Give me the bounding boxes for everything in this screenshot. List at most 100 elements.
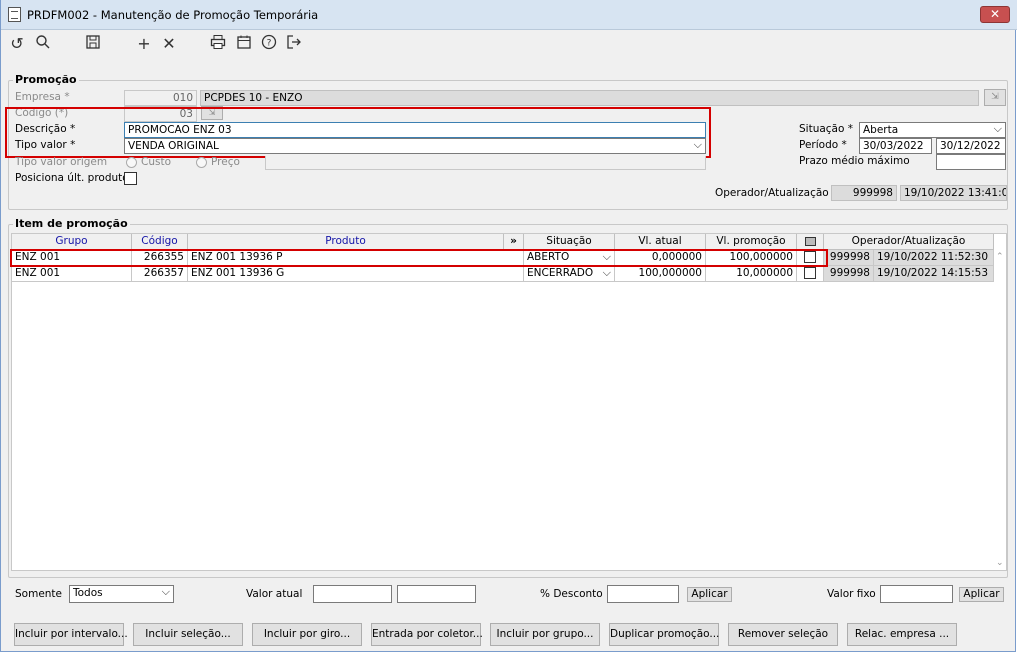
- window-title: PRDFM002 - Manutenção de Promoção Tempor…: [27, 8, 319, 22]
- situacao-select[interactable]: Aberta: [859, 122, 1006, 138]
- cell-situacao-select[interactable]: ENCERRADO: [524, 266, 615, 282]
- duplicar-promocao-button[interactable]: Duplicar promoção...: [609, 623, 719, 646]
- posiciona-checkbox[interactable]: [124, 172, 137, 185]
- entrada-coletor-button[interactable]: Entrada por coletor...: [371, 623, 483, 646]
- aplicar-valor-fixo-button[interactable]: Aplicar: [959, 587, 1004, 602]
- cell-codigo[interactable]: 266357: [132, 266, 188, 282]
- title-bar: PRDFM002 - Manutenção de Promoção Tempor…: [1, 0, 1017, 30]
- periodo-fim-input[interactable]: 30/12/2022: [936, 138, 1006, 154]
- col-vl-atual[interactable]: Vl. atual: [615, 234, 706, 250]
- codigo-label: Código (*): [15, 107, 69, 119]
- cell-situacao: ABERTO: [527, 251, 570, 263]
- col-vl-promocao[interactable]: Vl. promoção: [706, 234, 797, 250]
- codigo-lookup-button[interactable]: ⇲: [201, 106, 223, 120]
- col-select-all[interactable]: [797, 234, 824, 250]
- cell-codigo[interactable]: 266355: [132, 250, 188, 266]
- empresa-name-field: PCPDES 10 - ENZO: [200, 90, 979, 106]
- print-icon[interactable]: [208, 34, 228, 54]
- desconto-input[interactable]: [607, 585, 679, 603]
- col-situacao[interactable]: Situação: [524, 234, 615, 250]
- atualizacao-field: 19/10/2022 13:41:01: [900, 185, 1007, 201]
- valor-fixo-input[interactable]: [880, 585, 953, 603]
- valor-fixo-label: Valor fixo: [827, 588, 876, 600]
- custo-radio[interactable]: [126, 157, 137, 168]
- svg-text:?: ?: [267, 39, 272, 49]
- toolbar: ↺ + ✕ ?: [1, 31, 1017, 59]
- cell-produto[interactable]: ENZ 001 13936 G: [188, 266, 524, 282]
- cell-operador: 999998: [824, 266, 874, 282]
- cell-situacao-select[interactable]: ABERTO: [524, 250, 615, 266]
- promocao-group-label: Promoção: [13, 73, 79, 86]
- delete-icon[interactable]: ✕: [159, 34, 179, 54]
- cell-operador: 999998: [824, 250, 874, 266]
- table-row[interactable]: ENZ 001 266355 ENZ 001 13936 P ABERTO 0,…: [12, 250, 996, 266]
- somente-value: Todos: [73, 587, 103, 599]
- operador-label: Operador/Atualização: [715, 187, 829, 199]
- close-button[interactable]: ✕: [980, 6, 1010, 23]
- posiciona-label: Posiciona últ. produto: [15, 172, 129, 184]
- empresa-lookup-button[interactable]: ⇲: [984, 89, 1006, 106]
- tipo-valor-select[interactable]: VENDA ORIGINAL: [124, 138, 706, 154]
- scroll-down-icon[interactable]: ⌄: [996, 558, 1004, 568]
- cell-atualizacao: 19/10/2022 11:52:30: [874, 250, 994, 266]
- vertical-scrollbar[interactable]: ⌃ ⌄: [994, 250, 1006, 570]
- undo-icon[interactable]: ↺: [7, 34, 27, 54]
- situacao-value: Aberta: [863, 124, 899, 136]
- cell-produto[interactable]: ENZ 001 13936 P: [188, 250, 524, 266]
- search-icon[interactable]: [33, 34, 53, 54]
- prazo-input[interactable]: [936, 154, 1006, 170]
- valor-atual-to-input[interactable]: [397, 585, 476, 603]
- select-all-checkbox[interactable]: [804, 237, 816, 246]
- cell-atualizacao: 19/10/2022 14:15:53: [874, 266, 994, 282]
- relac-empresa-button[interactable]: Relac. empresa ...: [847, 623, 957, 646]
- descricao-input[interactable]: PROMOCAO ENZ 03: [124, 122, 706, 138]
- custo-label: Custo: [141, 156, 171, 168]
- empresa-code-field: 010: [124, 90, 197, 106]
- cell-vl-atual[interactable]: 0,000000: [615, 250, 706, 266]
- document-icon: [8, 7, 21, 22]
- cell-grupo[interactable]: ENZ 001: [12, 266, 132, 282]
- row-checkbox[interactable]: [804, 267, 816, 279]
- exit-icon[interactable]: [284, 34, 304, 54]
- cell-situacao: ENCERRADO: [527, 267, 594, 279]
- save-icon[interactable]: [83, 34, 103, 54]
- tipo-valor-label: Tipo valor *: [15, 139, 76, 151]
- cell-select[interactable]: [797, 250, 824, 266]
- calendar-icon[interactable]: [234, 34, 254, 54]
- valor-atual-label: Valor atual: [246, 588, 303, 600]
- col-more-button[interactable]: »: [504, 234, 524, 250]
- add-icon[interactable]: +: [134, 34, 154, 54]
- remover-selecao-button[interactable]: Remover seleção: [728, 623, 838, 646]
- incluir-selecao-button[interactable]: Incluir seleção...: [133, 623, 243, 646]
- preco-radio[interactable]: [196, 157, 207, 168]
- itens-grid: Grupo Código Produto » Situação Vl. atua…: [11, 233, 1007, 571]
- valor-atual-from-input[interactable]: [313, 585, 392, 603]
- descricao-label: Descrição *: [15, 123, 76, 135]
- col-grupo[interactable]: Grupo: [12, 234, 132, 250]
- situacao-label: Situação *: [799, 123, 854, 135]
- tipo-valor-value: VENDA ORIGINAL: [128, 140, 219, 152]
- cell-vl-promocao[interactable]: 100,000000: [706, 250, 797, 266]
- help-icon[interactable]: ?: [259, 34, 279, 54]
- row-checkbox[interactable]: [804, 251, 816, 263]
- col-operador[interactable]: Operador/Atualização: [824, 234, 994, 250]
- col-produto[interactable]: Produto: [188, 234, 504, 250]
- incluir-giro-button[interactable]: Incluir por giro...: [252, 623, 362, 646]
- scroll-up-icon[interactable]: ⌃: [996, 252, 1004, 262]
- col-codigo[interactable]: Código: [132, 234, 188, 250]
- aplicar-desconto-button[interactable]: Aplicar: [687, 587, 732, 602]
- cell-vl-atual[interactable]: 100,000000: [615, 266, 706, 282]
- cell-grupo[interactable]: ENZ 001: [12, 250, 132, 266]
- operador-field: 999998: [831, 185, 897, 201]
- incluir-intervalo-button[interactable]: Incluir por intervalo...: [14, 623, 128, 646]
- tipo-valor-origem-label: Tipo valor origem: [15, 156, 108, 167]
- codigo-field: 03: [124, 106, 197, 122]
- cell-vl-promocao[interactable]: 10,000000: [706, 266, 797, 282]
- periodo-inicio-input[interactable]: 30/03/2022: [859, 138, 932, 154]
- incluir-grupo-button[interactable]: Incluir por grupo...: [490, 623, 600, 646]
- somente-label: Somente: [15, 588, 63, 600]
- preco-label: Preço: [211, 156, 240, 168]
- cell-select[interactable]: [797, 266, 824, 282]
- somente-select[interactable]: Todos: [69, 585, 174, 603]
- table-row[interactable]: ENZ 001 266357 ENZ 001 13936 G ENCERRADO…: [12, 266, 996, 282]
